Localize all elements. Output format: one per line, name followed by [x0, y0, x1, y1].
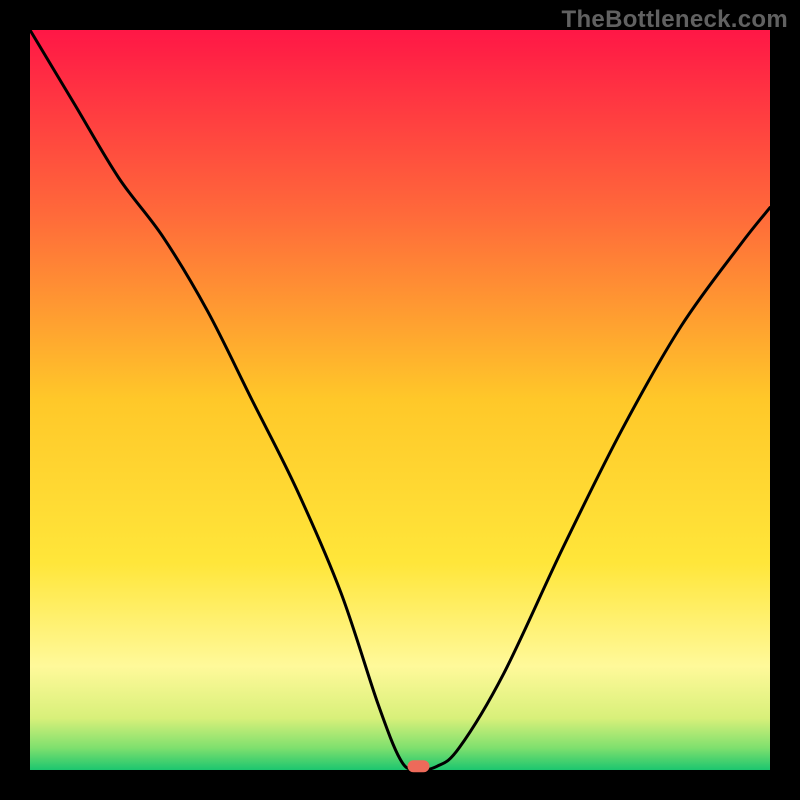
- bottleneck-chart: [0, 0, 800, 800]
- watermark-label: TheBottleneck.com: [562, 6, 788, 34]
- chart-frame: TheBottleneck.com: [0, 0, 800, 800]
- optimal-marker: [408, 760, 430, 772]
- plot-background: [30, 30, 770, 770]
